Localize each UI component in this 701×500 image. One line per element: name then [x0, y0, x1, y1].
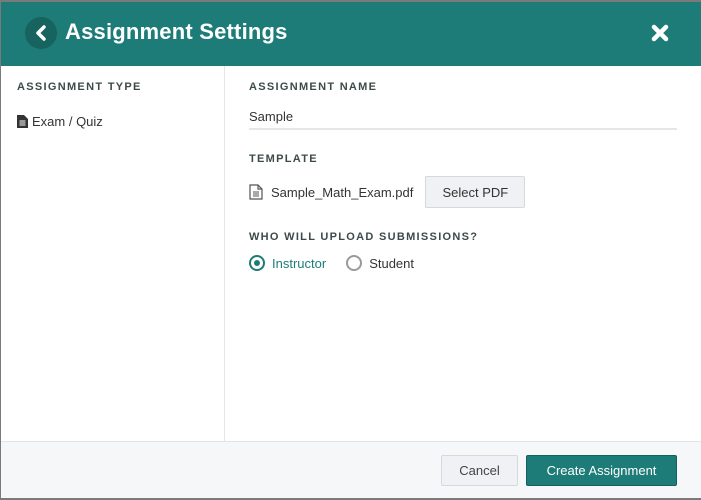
assignment-settings-dialog: Assignment Settings ASSIGNMENT TYPE Exam…	[1, 2, 701, 498]
close-button[interactable]	[649, 22, 671, 44]
dialog-header: Assignment Settings	[1, 2, 701, 66]
template-file-name: Sample_Math_Exam.pdf	[271, 184, 414, 200]
assignment-name-input[interactable]	[249, 104, 677, 130]
radio-student-label: Student	[369, 255, 415, 271]
radio-student[interactable]: Student	[346, 255, 414, 271]
dialog-footer: Cancel Create Assignment	[1, 441, 701, 498]
assignment-name-label: ASSIGNMENT NAME	[249, 81, 378, 93]
uploader-label: WHO WILL UPLOAD SUBMISSIONS?	[249, 231, 479, 243]
select-pdf-button[interactable]: Select PDF	[425, 176, 526, 208]
radio-instructor-label: Instructor	[272, 255, 327, 271]
radio-instructor[interactable]: Instructor	[249, 255, 326, 271]
radio-selected-icon	[249, 255, 265, 271]
sidebar-item-exam-quiz[interactable]: Exam / Quiz	[17, 114, 103, 129]
back-button[interactable]	[25, 17, 57, 49]
chevron-left-icon	[36, 25, 46, 41]
assignment-type-label: ASSIGNMENT TYPE	[17, 81, 142, 93]
template-label: TEMPLATE	[249, 153, 318, 165]
sidebar: ASSIGNMENT TYPE Exam / Quiz	[1, 66, 225, 441]
radio-unselected-icon	[346, 255, 363, 271]
main-panel: ASSIGNMENT NAME TEMPLATE Sample_Math_Exa…	[225, 66, 701, 441]
create-assignment-button[interactable]: Create Assignment	[526, 455, 677, 486]
template-row: Sample_Math_Exam.pdf Select PDF	[249, 176, 526, 208]
file-icon	[249, 184, 263, 200]
document-icon	[17, 115, 28, 128]
sidebar-item-label: Exam / Quiz	[32, 114, 103, 129]
uploader-radio-group: Instructor Student	[249, 255, 434, 271]
dialog-title: Assignment Settings	[65, 19, 288, 44]
cancel-button[interactable]: Cancel	[441, 455, 518, 486]
close-icon	[651, 24, 669, 42]
